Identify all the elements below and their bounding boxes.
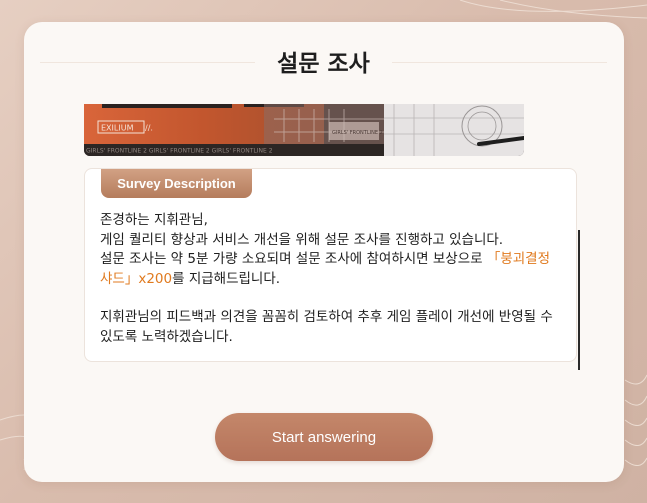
survey-description-tab: Survey Description xyxy=(101,169,252,198)
title-divider-right xyxy=(392,62,607,63)
title-divider-left xyxy=(40,62,255,63)
banner-ticker-text: GIRLS' FRONTLINE 2 GIRLS' FRONTLINE 2 GI… xyxy=(86,148,273,155)
description-line-2: 설문 조사는 약 5분 가량 소요되며 설문 조사에 참여하시면 보상으로 「붕… xyxy=(100,250,562,289)
svg-text://.: //. xyxy=(145,124,153,133)
description-line-3: 지휘관님의 피드백과 의견을 꼼꼼히 검토하여 추후 게임 플레이 개선에 반영… xyxy=(100,309,553,345)
survey-description-box: Survey Description 존경하는 지휘관님, 게임 퀄리티 향상과… xyxy=(84,168,577,362)
start-answering-button[interactable]: Start answering xyxy=(215,413,433,461)
description-line-2-end: 를 지급해드립니다. xyxy=(172,270,281,287)
description-line-1: 게임 퀄리티 향상과 서비스 개선을 위해 설문 조사를 진행하고 있습니다. xyxy=(100,231,504,248)
description-line-2-start: 설문 조사는 약 5분 가량 소요되며 설문 조사에 참여하시면 보상으로 xyxy=(100,251,487,267)
description-scrollbar[interactable] xyxy=(578,230,580,370)
greeting-text: 존경하는 지휘관님, xyxy=(100,212,208,228)
survey-banner-image: EXILIUM //. GIRLS' FRONTLINE 2 GIRLS' FR… xyxy=(84,104,524,156)
banner-brand-text: EXILIUM xyxy=(101,124,134,133)
banner-sign-text: GIRLS' FRONTLINE 2 xyxy=(332,130,383,136)
survey-description-text: 존경하는 지휘관님, 게임 퀄리티 향상과 서비스 개선을 위해 설문 조사를 … xyxy=(100,211,562,347)
page-title: 설문 조사 xyxy=(277,51,370,77)
